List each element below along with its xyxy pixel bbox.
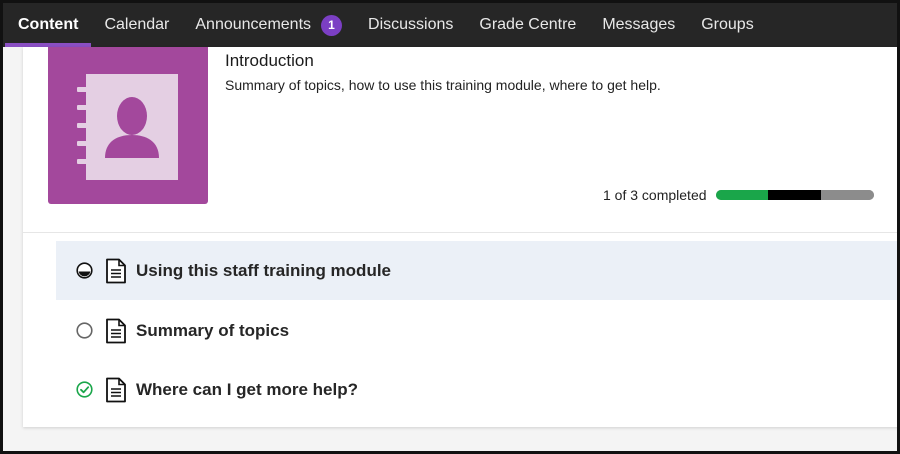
progress-text: 1 of 3 completed (603, 187, 707, 203)
content-item-summary[interactable]: Summary of topics (56, 301, 897, 360)
content-item-label: Using this staff training module (136, 260, 392, 280)
document-icon (105, 318, 127, 344)
tab-label: Calendar (104, 16, 170, 33)
tab-groups[interactable]: Groups (688, 3, 766, 47)
app-frame: Content Calendar Announcements 1 Discuss… (0, 0, 900, 454)
tab-messages[interactable]: Messages (589, 3, 688, 47)
document-icon (105, 258, 127, 284)
completed-check-icon (75, 381, 93, 399)
tab-calendar[interactable]: Calendar (91, 3, 182, 47)
tab-content[interactable]: Content (5, 3, 92, 47)
course-nav: Content Calendar Announcements 1 Discuss… (3, 3, 897, 47)
announcements-count-badge: 1 (321, 14, 343, 36)
module-progress: 1 of 3 completed (603, 187, 874, 203)
in-progress-status-icon (75, 262, 93, 280)
divider (23, 232, 897, 233)
content-item-using-module[interactable]: Using this staff training module (56, 241, 897, 300)
content-item-more-help[interactable]: Where can I get more help? (56, 360, 897, 419)
tab-label: Grade Centre (479, 16, 577, 33)
address-book-icon (77, 74, 178, 180)
progress-bar (715, 190, 874, 200)
tab-discussions[interactable]: Discussions (355, 3, 466, 47)
module-description: Summary of topics, how to use this train… (225, 77, 661, 93)
tab-label: Announcements (195, 16, 312, 33)
tab-grade-centre[interactable]: Grade Centre (466, 3, 589, 47)
progress-in-progress-segment (768, 190, 821, 200)
tab-label: Content (18, 16, 79, 33)
tab-announcements[interactable]: Announcements 1 (182, 3, 355, 47)
content-item-label: Where can I get more help? (136, 379, 358, 399)
tab-label: Messages (602, 16, 676, 33)
module-title[interactable]: Introduction (225, 51, 314, 71)
progress-completed-segment (715, 190, 769, 200)
content-item-label: Summary of topics (136, 320, 290, 340)
document-icon (105, 377, 127, 403)
progress-remaining-segment (820, 190, 874, 200)
module-thumbnail (48, 47, 208, 204)
not-started-status-icon (75, 322, 93, 340)
tab-label: Groups (701, 16, 754, 33)
tab-label: Discussions (368, 16, 454, 33)
learning-module-card: Introduction Summary of topics, how to u… (23, 47, 897, 427)
